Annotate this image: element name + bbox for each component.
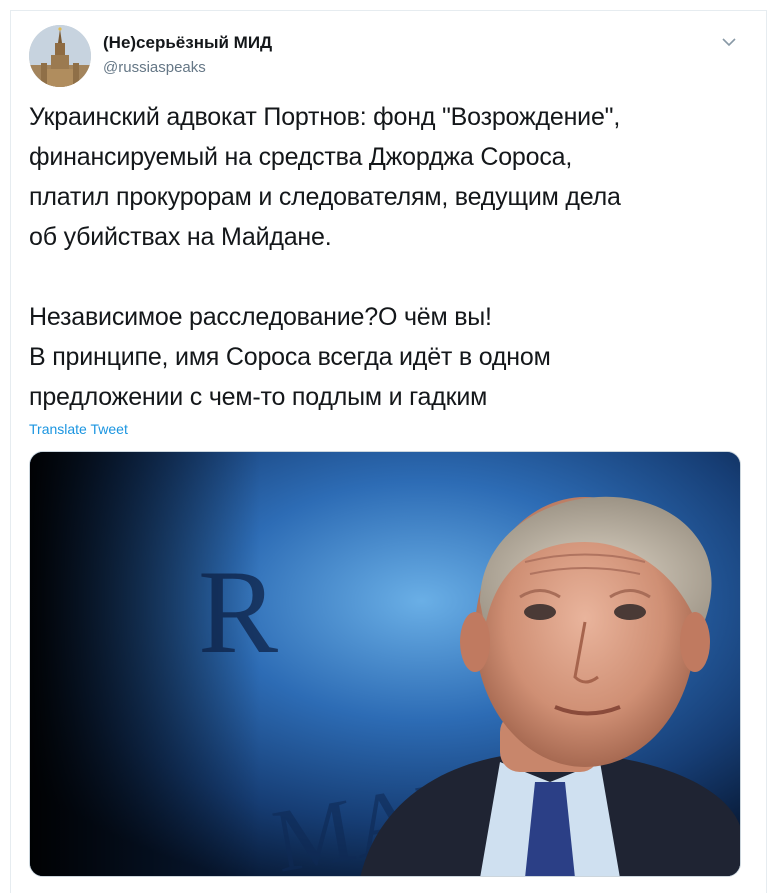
tweet-line: Независимое расследование?О чём вы! bbox=[29, 303, 492, 331]
tweet-line: платил прокурорам и следователям, ведущи… bbox=[29, 183, 621, 211]
tweet-photo[interactable]: R MAN bbox=[29, 451, 741, 877]
account-name[interactable]: (Не)серьёзный МИД bbox=[103, 33, 272, 53]
tweet-text: Украинский адвокат Портнов: фонд "Возрож… bbox=[29, 97, 749, 417]
avatar[interactable] bbox=[29, 25, 91, 87]
tweet-line: финансируемый на средства Джорджа Сороса… bbox=[29, 143, 573, 171]
chevron-down-icon[interactable] bbox=[718, 31, 740, 53]
kremlin-tower-icon bbox=[29, 25, 91, 87]
portrait-photo: R MAN bbox=[30, 452, 740, 876]
tweet-line: Украинский адвокат Портнов: фонд "Возрож… bbox=[29, 103, 621, 131]
translate-tweet-link[interactable]: Translate Tweet bbox=[29, 421, 128, 437]
tweet-line: об убийствах на Майдане. bbox=[29, 223, 332, 251]
background-letter: R bbox=[198, 545, 278, 678]
tweet-card: (Не)серьёзный МИД @russiaspeaks Украинск… bbox=[10, 10, 767, 893]
tweet-line: предложении с чем-то подлым и гадким bbox=[29, 383, 488, 411]
tweet-line: В принципе, имя Сороса всегда идёт в одн… bbox=[29, 343, 551, 371]
account-handle[interactable]: @russiaspeaks bbox=[103, 59, 206, 76]
